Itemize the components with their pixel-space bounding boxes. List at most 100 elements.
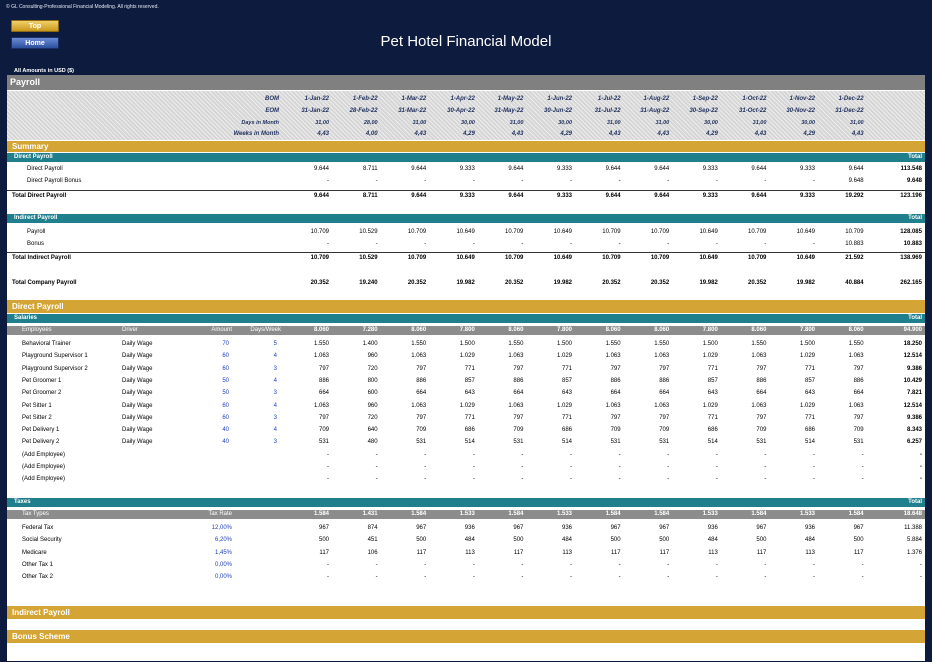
employee-month-cell: 643 <box>804 390 815 397</box>
timeline-days-cell: 31,00 <box>412 120 427 126</box>
employee-days-input[interactable]: 4 <box>274 376 277 386</box>
employee-total: 6.257 <box>906 439 922 446</box>
taxes-header-cell: 1.584 <box>508 511 524 517</box>
employee-days-input[interactable]: 3 <box>274 437 277 447</box>
employee-driver[interactable]: Daily Wage <box>122 364 152 374</box>
employee-name[interactable]: Pet Delivery 1 <box>22 425 59 435</box>
timeline-days-cell: 30,00 <box>704 120 718 126</box>
summary-direct-row-cell: 9.333 <box>799 166 815 172</box>
employee-month-cell: 709 <box>756 427 767 434</box>
employee-driver[interactable]: Daily Wage <box>122 351 152 361</box>
employee-days-input[interactable]: 4 <box>274 425 277 435</box>
taxes-header: Taxes Total <box>7 498 925 507</box>
employee-amount-input[interactable]: 60 <box>222 401 229 411</box>
tax-month-cell: 451 <box>367 537 378 544</box>
employee-name[interactable]: Playground Supervisor 1 <box>22 351 88 361</box>
employee-name[interactable]: Pet Delivery 2 <box>22 437 59 447</box>
employee-days-input[interactable]: 3 <box>274 364 277 374</box>
employee-amount-input[interactable]: 60 <box>222 351 229 361</box>
employee-days-input[interactable]: 3 <box>274 413 277 423</box>
employee-name[interactable]: Pet Groomer 2 <box>22 388 61 398</box>
timeline-weeks-cell: 4,43 <box>414 131 427 137</box>
tax-rate-input[interactable]: 0,00% <box>215 572 232 582</box>
employee-month-cell: 886 <box>318 377 329 384</box>
employee-driver[interactable]: Daily Wage <box>122 339 152 349</box>
summary-direct-row-cell: 9.644 <box>313 166 329 172</box>
employee-amount-input[interactable]: 40 <box>222 437 229 447</box>
summary-direct-total-row-cell: 9.644 <box>605 193 621 199</box>
employee-month-cell: - <box>424 476 427 483</box>
employee-name[interactable]: Pet Groomer 1 <box>22 376 61 386</box>
tax-name: Other Tax 2 <box>22 574 53 581</box>
employee-name[interactable]: Behavioral Trainer <box>22 339 71 349</box>
employee-month-cell: - <box>618 464 621 470</box>
tax-rate-input[interactable]: 1,45% <box>215 548 232 558</box>
tax-rate-input[interactable]: 6,20% <box>215 535 232 545</box>
summary-indirect-row: Payroll 10.709 10.529 10.709 10.649 10.709 10.… <box>7 227 925 237</box>
tax-row: Other Tax 1 0,00% - - - - - - - - - - - - - <box>7 560 925 570</box>
tax-rate-input[interactable]: 12,00% <box>212 523 232 533</box>
top-button[interactable]: Top <box>11 20 59 32</box>
employee-month-cell: 1.550 <box>605 341 621 347</box>
timeline-days-cell: 31,00 <box>509 120 524 126</box>
salaries-header-cell: 8.060 <box>508 327 524 333</box>
employee-name[interactable]: (Add Employee) <box>22 474 65 484</box>
employee-month-cell: 857 <box>561 377 572 384</box>
employee-amount-input[interactable]: 50 <box>222 388 229 398</box>
tax-month-cell: 500 <box>756 537 767 544</box>
employee-days-input[interactable]: 5 <box>274 339 277 349</box>
summary-indirect-total-row-cell: 10.709 <box>505 255 524 261</box>
tax-name: Federal Tax <box>22 525 54 531</box>
summary-direct-row-cell: - <box>813 178 815 184</box>
employee-driver[interactable]: Daily Wage <box>122 437 152 447</box>
employee-driver[interactable]: Daily Wage <box>122 388 152 398</box>
employee-month-cell: - <box>521 451 524 458</box>
employee-amount-input[interactable]: 50 <box>222 376 229 386</box>
employee-name[interactable]: Pet Sitter 2 <box>22 413 52 423</box>
summary-indirect-row: Bonus - - - - - - - - - - - 10.883 10.883 <box>7 239 925 249</box>
bonus-scheme-header: Bonus Scheme <box>7 630 925 643</box>
employee-driver[interactable]: Daily Wage <box>122 413 152 423</box>
employee-row: (Add Employee) - - - - - - - - - - - - - <box>7 462 925 472</box>
employee-name[interactable]: (Add Employee) <box>22 450 65 460</box>
employee-days-input[interactable]: 3 <box>274 388 277 398</box>
employee-month-cell: - <box>472 451 475 458</box>
summary-direct-header: Direct Payroll Total <box>7 153 925 162</box>
employee-month-cell: 1.029 <box>459 402 475 409</box>
employee-name[interactable]: Pet Sitter 1 <box>22 401 52 411</box>
tax-month-cell: - <box>327 574 329 581</box>
employee-amount-input[interactable]: 60 <box>222 364 229 374</box>
employee-days-input[interactable]: 4 <box>274 351 277 361</box>
summary-indirect-row-cell: 10.649 <box>796 229 815 235</box>
employee-month-cell: 531 <box>610 439 621 446</box>
salaries-header-cell: 8.060 <box>751 327 767 333</box>
section-payroll-header: Payroll <box>7 75 925 90</box>
employee-name[interactable]: (Add Employee) <box>22 462 65 472</box>
employee-amount-input[interactable]: 60 <box>222 413 229 423</box>
tax-month-cell: 500 <box>416 537 427 544</box>
tax-month-cell: - <box>667 561 670 568</box>
timeline-bom-cell: 1-Aug-22 <box>643 96 670 102</box>
summary-indirect-row-cell: 10.709 <box>602 229 621 235</box>
indirect-payroll-header: Indirect Payroll <box>7 606 925 619</box>
employee-driver[interactable]: Daily Wage <box>122 425 152 435</box>
employee-month-cell: 531 <box>513 439 524 446</box>
tax-rate-input[interactable]: 0,00% <box>215 560 232 570</box>
employee-month-cell: 709 <box>318 427 329 434</box>
employee-driver[interactable]: Daily Wage <box>122 401 152 411</box>
summary-direct-row-total: 113.548 <box>900 166 922 172</box>
employee-driver[interactable]: Daily Wage <box>122 376 152 386</box>
tax-month-cell: 500 <box>853 537 864 544</box>
summary-direct-row-cell: 9.644 <box>508 166 524 172</box>
summary-company-total-row-cell: 19.240 <box>359 280 378 286</box>
timeline-bom-cell: 1-Mar-22 <box>401 96 427 102</box>
summary-company-total-row-cell: 20.352 <box>407 280 427 286</box>
employee-days-input[interactable]: 4 <box>274 401 277 411</box>
employee-name[interactable]: Playground Supervisor 2 <box>22 364 88 374</box>
employee-month-cell: 1.029 <box>556 353 572 360</box>
tax-month-cell: 106 <box>367 549 378 556</box>
employee-month-cell: 709 <box>416 427 427 434</box>
summary-direct-row-cell: 9.644 <box>654 166 670 172</box>
employee-amount-input[interactable]: 70 <box>222 339 229 349</box>
employee-amount-input[interactable]: 40 <box>222 425 229 435</box>
